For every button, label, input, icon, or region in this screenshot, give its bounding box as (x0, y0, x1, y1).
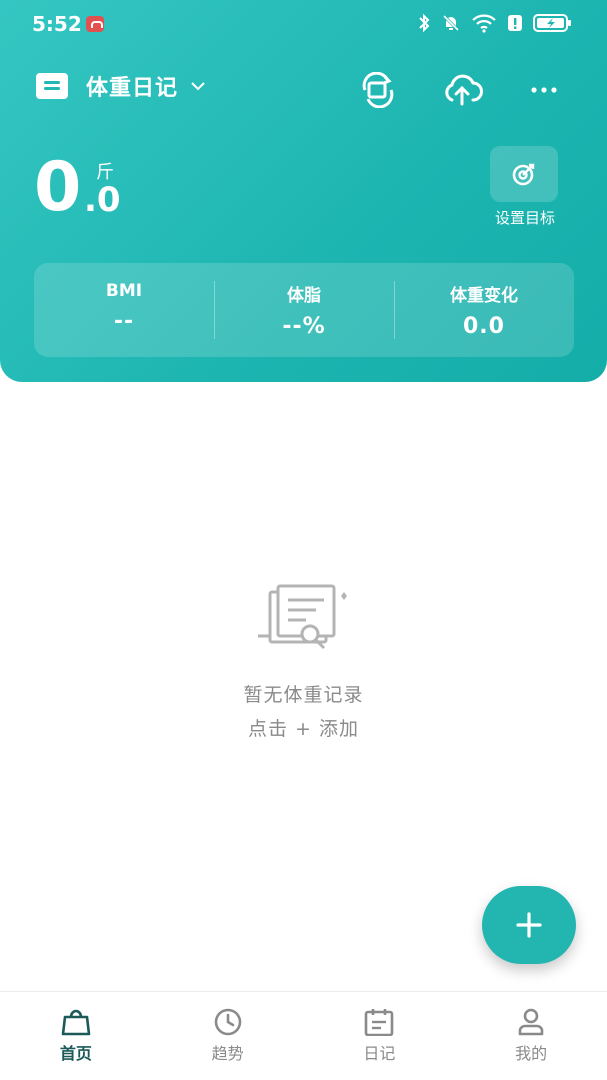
stat-value: 0.0 (463, 314, 505, 339)
diary-selector[interactable]: 体重日记 (36, 70, 206, 102)
weight-integer: 0 (34, 148, 82, 227)
tab-mine[interactable]: 我的 (455, 992, 607, 1080)
empty-records-icon (258, 584, 347, 650)
clock-icon (214, 1008, 241, 1036)
bluetooth-icon (419, 13, 430, 33)
app-title: 体重日记 (86, 76, 179, 101)
alert-icon (508, 15, 522, 31)
empty-state-title: 暂无体重记录 (243, 684, 364, 706)
stat-value: -- (113, 309, 135, 334)
stat-label: 体脂 (287, 286, 321, 306)
set-target-label[interactable]: 设置目标 (480, 207, 570, 228)
stat-label: 体重变化 (450, 286, 518, 306)
stat-label: BMI (105, 281, 143, 301)
app-screen: 5:52 体重日记 0 斤 .0 设置目标 BMI -- 体脂 --% 体重变化… (0, 0, 607, 1080)
more-icon (531, 87, 557, 93)
status-bar: 5:52 (0, 0, 607, 50)
empty-state-hint: 点击 + 添加 (248, 718, 359, 740)
status-time: 5:52 (32, 12, 82, 36)
target-icon (512, 163, 535, 186)
profile-icon (518, 1008, 544, 1036)
more-button[interactable] (530, 78, 558, 106)
tab-home[interactable]: 首页 (0, 992, 152, 1080)
cloud-upload-button[interactable] (440, 72, 484, 112)
weight-decimal: .0 (84, 180, 121, 220)
plus-icon (516, 912, 542, 938)
tab-label: 日记 (363, 1044, 396, 1063)
huawei-badge-icon (86, 16, 104, 32)
stat-bmi: BMI -- (34, 263, 214, 357)
home-bag-icon (61, 1009, 91, 1036)
rotate-button[interactable] (360, 71, 396, 112)
header-panel: 5:52 体重日记 0 斤 .0 设置目标 BMI -- 体脂 --% 体重变化… (0, 0, 607, 382)
stat-body-fat: 体脂 --% (214, 263, 394, 357)
wifi-icon (472, 14, 496, 33)
add-record-button[interactable] (482, 886, 576, 964)
stat-weight-change: 体重变化 0.0 (394, 263, 574, 357)
status-icons (417, 13, 573, 33)
tab-diary[interactable]: 日记 (304, 992, 456, 1080)
battery-charging-icon (533, 14, 571, 32)
chevron-down-icon (191, 82, 205, 91)
bell-muted-icon (442, 14, 460, 32)
set-target-button[interactable] (490, 146, 558, 202)
stats-card: BMI -- 体脂 --% 体重变化 0.0 (34, 263, 574, 357)
tab-label: 我的 (515, 1044, 548, 1063)
calendar-icon (365, 1009, 394, 1036)
tab-label: 趋势 (211, 1044, 244, 1063)
rotate-icon (362, 71, 394, 109)
bottom-tab-bar: 首页 趋势 日记 我的 (0, 991, 607, 1080)
stat-value: --% (282, 314, 326, 339)
tab-trend[interactable]: 趋势 (152, 992, 304, 1080)
diary-book-icon (36, 73, 68, 99)
cloud-upload-icon (445, 74, 483, 106)
tab-label: 首页 (59, 1044, 92, 1063)
